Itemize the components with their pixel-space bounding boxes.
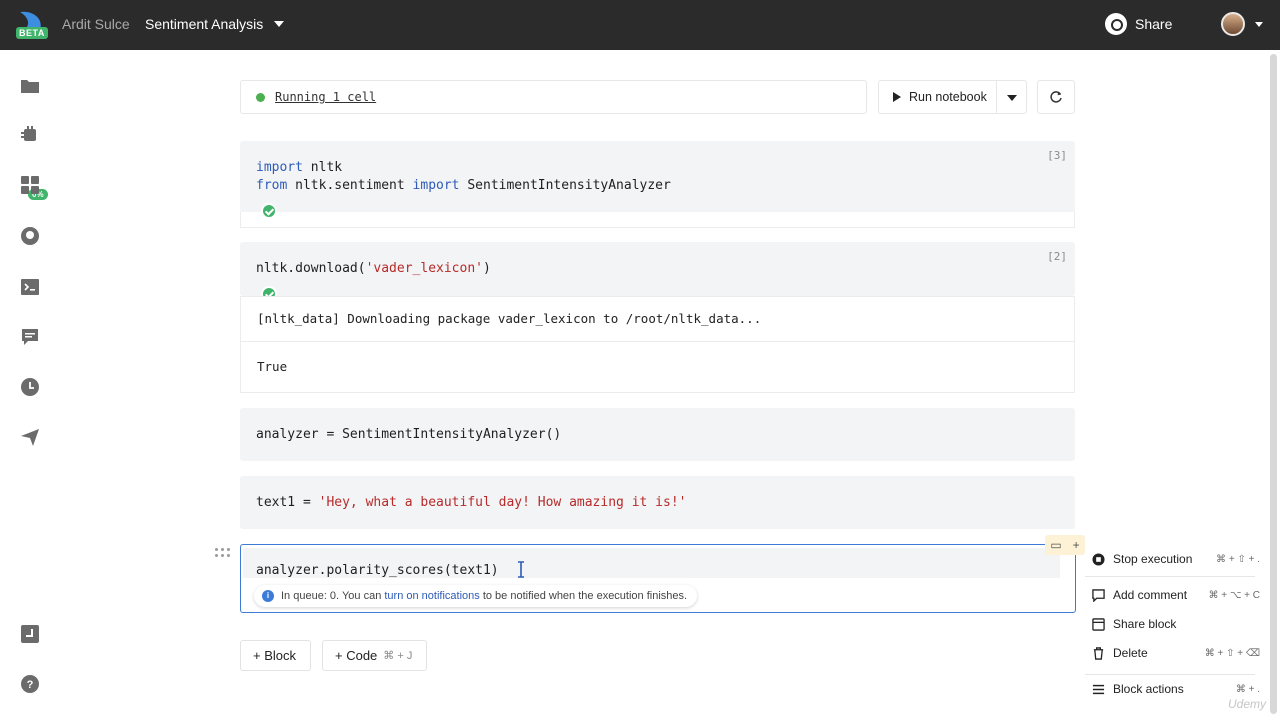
comment-icon xyxy=(1091,588,1105,602)
comments-icon[interactable] xyxy=(20,327,40,347)
cell-output-stderr: [nltk_data] Downloading package vader_le… xyxy=(240,296,1075,342)
share-icon xyxy=(1105,13,1127,35)
avatar[interactable] xyxy=(1221,12,1245,36)
menu-label: Delete xyxy=(1113,646,1148,660)
code-token: from xyxy=(256,178,288,193)
project-title[interactable]: Sentiment Analysis xyxy=(145,16,263,32)
cell-code[interactable]: import nltk from nltk.sentiment import S… xyxy=(256,159,671,195)
beta-badge: BETA xyxy=(16,27,48,39)
code-line: analyzer.polarity_scores(text1) xyxy=(256,563,499,578)
menu-label: Add comment xyxy=(1113,588,1188,602)
folder-icon[interactable] xyxy=(20,76,40,96)
menu-shortcut: ⌘ + ⌥ + C xyxy=(1208,589,1260,601)
shortcut-hint: ⌘ + J xyxy=(383,650,413,662)
avatar-chevron-down-icon[interactable] xyxy=(1255,22,1263,27)
delete-item[interactable]: Delete ⌘ + ⇧ + ⌫ xyxy=(1085,641,1260,665)
stop-icon xyxy=(1091,552,1105,566)
add-comment-item[interactable]: Add comment ⌘ + ⌥ + C xyxy=(1085,583,1260,607)
code-string: 'Hey, what a beautiful day! How amazing … xyxy=(318,495,687,510)
code-cell[interactable]: text1 = 'Hey, what a beautiful day! How … xyxy=(240,476,1075,529)
publish-icon[interactable] xyxy=(20,427,40,447)
menu-shortcut: ⌘ + ⇧ + . xyxy=(1216,553,1260,565)
watermark: Udemy xyxy=(1228,697,1267,711)
success-check-icon xyxy=(261,203,277,219)
stop-execution-item[interactable]: Stop execution ⌘ + ⇧ + . xyxy=(1085,547,1260,571)
share-button[interactable]: Share xyxy=(1105,13,1172,35)
github-icon[interactable] xyxy=(20,226,40,246)
comment-icon[interactable]: ▭ xyxy=(1050,538,1061,552)
add-block-label: + Block xyxy=(253,648,296,663)
code-token: import xyxy=(412,178,460,193)
run-options-dropdown[interactable] xyxy=(997,80,1027,114)
code-cell[interactable]: nltk.download('vader_lexicon') [2] xyxy=(240,242,1075,296)
cell-footer xyxy=(240,212,1075,228)
trash-icon xyxy=(1091,646,1105,660)
execution-status-bar[interactable]: Running 1 cell xyxy=(240,80,867,114)
add-icon[interactable]: + xyxy=(1073,538,1080,552)
run-notebook-label: Run notebook xyxy=(909,90,987,104)
queue-prefix: In queue: 0. You can xyxy=(281,590,385,602)
svg-text:?: ? xyxy=(27,679,34,691)
add-code-button[interactable]: + Code ⌘ + J xyxy=(322,640,427,671)
execution-count: [3] xyxy=(1047,149,1067,162)
history-icon[interactable] xyxy=(20,377,40,397)
menu-label: Block actions xyxy=(1113,682,1184,696)
restart-kernel-button[interactable] xyxy=(1037,80,1075,114)
menu-shortcut: ⌘ + . xyxy=(1235,683,1260,695)
queue-notice: i In queue: 0. You can turn on notificat… xyxy=(254,585,698,607)
execution-count: [2] xyxy=(1047,250,1067,263)
share-label: Share xyxy=(1135,16,1173,32)
drag-handle-icon[interactable] xyxy=(215,548,233,558)
shortcuts-icon[interactable] xyxy=(20,624,40,644)
code-token: text1 = xyxy=(256,495,319,510)
text-cursor-icon xyxy=(518,561,524,578)
code-cell[interactable]: import nltk from nltk.sentiment import S… xyxy=(240,141,1075,213)
running-status-link[interactable]: Running 1 cell xyxy=(275,90,376,104)
cell-actions[interactable]: ▭ + xyxy=(1045,535,1085,555)
code-token: import xyxy=(256,160,303,175)
scrollbar[interactable] xyxy=(1270,54,1277,714)
menu-label: Stop execution xyxy=(1113,552,1193,566)
cell-code-editor[interactable]: analyzer.polarity_scores(text1) xyxy=(243,548,1060,578)
queue-suffix: to be notified when the execution finish… xyxy=(479,590,688,602)
add-code-label: + Code xyxy=(335,648,378,663)
menu-icon xyxy=(1091,682,1105,696)
share-block-icon xyxy=(1091,617,1105,631)
cell-code[interactable]: nltk.download('vader_lexicon') xyxy=(256,261,491,276)
notifications-link[interactable]: turn on notifications xyxy=(384,590,479,602)
menu-label: Share block xyxy=(1113,617,1177,631)
workspace-owner[interactable]: Ardit Sulce xyxy=(62,16,130,32)
refresh-icon xyxy=(1050,91,1062,103)
info-icon: i xyxy=(262,590,274,602)
environment-icon[interactable] xyxy=(20,125,40,145)
menu-divider xyxy=(1085,674,1255,675)
sidebar: 0% ? xyxy=(0,50,60,720)
running-indicator-icon xyxy=(256,93,265,102)
help-icon[interactable]: ? xyxy=(20,674,40,694)
run-notebook-button[interactable]: Run notebook xyxy=(878,80,997,114)
share-block-item[interactable]: Share block xyxy=(1085,612,1260,636)
menu-divider xyxy=(1085,576,1255,577)
play-icon xyxy=(893,92,901,102)
block-context-menu: Stop execution ⌘ + ⇧ + . Add comment ⌘ +… xyxy=(1085,543,1260,713)
menu-shortcut: ⌘ + ⇧ + ⌫ xyxy=(1204,647,1260,659)
add-block-button[interactable]: + Block xyxy=(240,640,311,671)
chevron-down-icon[interactable] xyxy=(274,21,284,27)
top-bar: BETA Ardit Sulce Sentiment Analysis Shar… xyxy=(0,0,1280,50)
cell-output-result: True xyxy=(240,341,1075,393)
code-cell[interactable]: analyzer = SentimentIntensityAnalyzer() xyxy=(240,408,1075,461)
integrations-icon[interactable] xyxy=(20,175,40,195)
code-token: 'vader_lexicon' xyxy=(365,261,483,276)
terminal-icon[interactable] xyxy=(20,277,40,297)
